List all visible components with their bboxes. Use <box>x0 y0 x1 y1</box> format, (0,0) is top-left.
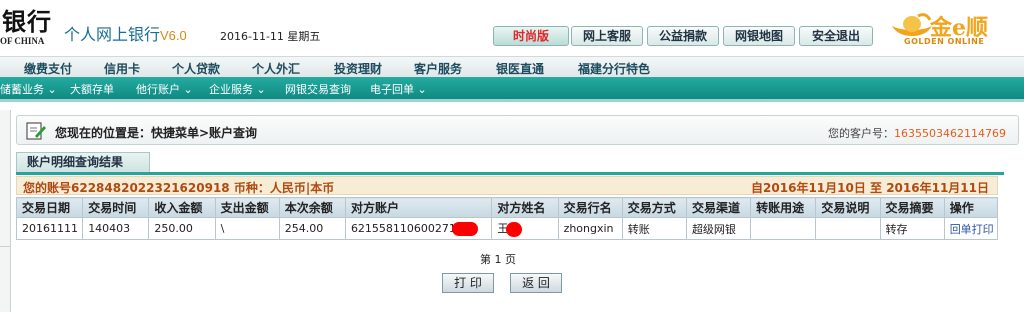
product-version: V6.0 <box>160 28 187 43</box>
print-button[interactable]: 打 印 <box>442 273 494 293</box>
top-header: 银行 OF CHINA 个人网上银行V6.0 2016-11-11 星期五 时尚… <box>0 0 1024 56</box>
col-header-date: 交易日期 <box>15 197 84 218</box>
subnav-savings[interactable]: 储蓄业务 ⌄ <box>0 81 57 97</box>
col-header-description: 交易说明 <box>815 197 881 218</box>
product-name: 个人网上银行 <box>64 25 161 44</box>
col-header-action: 操作 <box>943 197 999 218</box>
nav-payment[interactable]: 缴费支付 <box>24 60 72 77</box>
col-header-channel: 交易渠道 <box>685 197 752 218</box>
col-header-purpose: 转账用途 <box>750 197 817 218</box>
tab-underline <box>16 172 1004 175</box>
golden-online-en: GOLDEN ONLINE <box>904 37 985 46</box>
nav-customer-service[interactable]: 客户服务 <box>414 60 462 77</box>
main-nav: 缴费支付 信用卡 个人贷款 个人外汇 投资理财 客户服务 银医直通 福建分行特色 <box>0 56 1024 77</box>
subnav-divider <box>0 99 1024 102</box>
fashion-version-button[interactable]: 时尚版 <box>493 26 569 46</box>
subnav-enterprise[interactable]: 企业服务 ⌄ <box>209 81 266 97</box>
date-range-info: 自2016年11月10日 至 2016年11月11日 <box>751 181 989 195</box>
counter-account-value: 621558110600271 <box>350 221 456 235</box>
subnav-other-bank-account[interactable]: 他行账户 ⌄ <box>136 81 193 97</box>
online-service-button[interactable]: 网上客服 <box>571 26 643 46</box>
col-header-expense: 支出金额 <box>214 197 280 218</box>
cell-income: 250.00 <box>148 217 216 240</box>
nav-personal-loan[interactable]: 个人贷款 <box>172 60 220 77</box>
col-header-bank-name: 交易行名 <box>557 197 623 218</box>
page-indicator: 第 1 页 <box>480 253 516 266</box>
cell-channel: 超级网银 <box>685 217 752 240</box>
cell-balance: 254.00 <box>278 217 346 240</box>
back-button[interactable]: 返 回 <box>510 273 562 293</box>
left-panel-divider <box>0 246 11 247</box>
account-number-info: 您的账号6228482022321620918 币种：人民币|本币 <box>23 181 335 195</box>
subnav-transaction-query[interactable]: 网银交易查询 <box>285 81 351 97</box>
account-info-bar: 您的账号6228482022321620918 币种：人民币|本币 自2016年… <box>16 176 998 195</box>
cell-purpose <box>750 217 817 240</box>
nav-fujian-special[interactable]: 福建分行特色 <box>578 60 650 77</box>
cell-time: 140403 <box>82 217 150 240</box>
tab-account-detail-result[interactable]: 账户明细查询结果 <box>16 152 150 172</box>
cell-date: 20161111 <box>15 217 84 240</box>
ebank-map-button[interactable]: 网银地图 <box>723 26 795 46</box>
safe-logout-button[interactable]: 安全退出 <box>799 26 873 46</box>
bank-logo[interactable]: 银行 OF CHINA <box>0 0 60 50</box>
redaction-mark <box>451 221 478 236</box>
location-bar: 您现在的位置是：快捷菜单>账户查询 您的客户号：1635503462114769 <box>16 115 1019 145</box>
table-row: 20161111 140403 250.00 \ 254.00 62155811… <box>15 217 999 240</box>
col-header-balance: 本次余额 <box>278 197 346 218</box>
col-header-summary: 交易摘要 <box>879 197 945 218</box>
gold-ingot-icon <box>892 13 932 36</box>
bank-logo-en: OF CHINA <box>0 36 45 46</box>
print-receipt-link[interactable]: 回单打印 <box>950 223 994 236</box>
customer-number: 您的客户号：1635503462114769 <box>828 125 1006 141</box>
table-header-row: 交易日期 交易时间 收入金额 支出金额 本次余额 对方账户 对方姓名 交易行名 … <box>15 197 999 218</box>
nav-investment[interactable]: 投资理财 <box>334 60 382 77</box>
cell-method: 转账 <box>621 217 687 240</box>
left-collapsed-panel[interactable] <box>0 110 11 312</box>
col-header-method: 交易方式 <box>621 197 687 218</box>
transactions-table: 交易日期 交易时间 收入金额 支出金额 本次余额 对方账户 对方姓名 交易行名 … <box>15 197 999 240</box>
subnav-e-receipt[interactable]: 电子回单 ⌄ <box>370 81 427 97</box>
customer-number-label: 您的客户号： <box>828 127 895 140</box>
cell-summary: 转存 <box>879 217 945 240</box>
col-header-income: 收入金额 <box>148 197 216 218</box>
col-header-counter-account: 对方账户 <box>344 197 493 218</box>
golden-online-logo[interactable]: 金e顺 GOLDEN ONLINE <box>890 10 1020 50</box>
breadcrumb: 您现在的位置是：快捷菜单>账户查询 <box>55 126 258 140</box>
bank-logo-cn: 银行 <box>2 7 52 36</box>
cell-expense: \ <box>214 217 280 240</box>
cell-counter-account: 621558110600271 <box>344 217 493 240</box>
edit-document-icon <box>26 122 46 140</box>
subnav-large-deposit[interactable]: 大额存单 <box>70 81 114 97</box>
cell-bank-name: zhongxin <box>557 217 623 240</box>
nav-medical[interactable]: 银医直通 <box>496 60 544 77</box>
cell-counter-name: 王 <box>491 217 559 240</box>
cell-action: 回单打印 <box>943 217 999 240</box>
redaction-mark <box>506 221 523 237</box>
charity-donation-button[interactable]: 公益捐款 <box>647 26 719 46</box>
nav-credit-card[interactable]: 信用卡 <box>104 60 140 77</box>
current-date: 2016-11-11 星期五 <box>220 30 321 43</box>
nav-foreign-exchange[interactable]: 个人外汇 <box>252 60 300 77</box>
sub-nav: 储蓄业务 ⌄ 大额存单 他行账户 ⌄ 企业服务 ⌄ 网银交易查询 电子回单 ⌄ <box>0 77 1024 102</box>
cell-description <box>815 217 881 240</box>
col-header-time: 交易时间 <box>82 197 150 218</box>
product-title: 个人网上银行V6.0 <box>64 21 187 45</box>
col-header-counter-name: 对方姓名 <box>491 197 559 218</box>
customer-number-value: 1635503462114769 <box>894 127 1006 140</box>
